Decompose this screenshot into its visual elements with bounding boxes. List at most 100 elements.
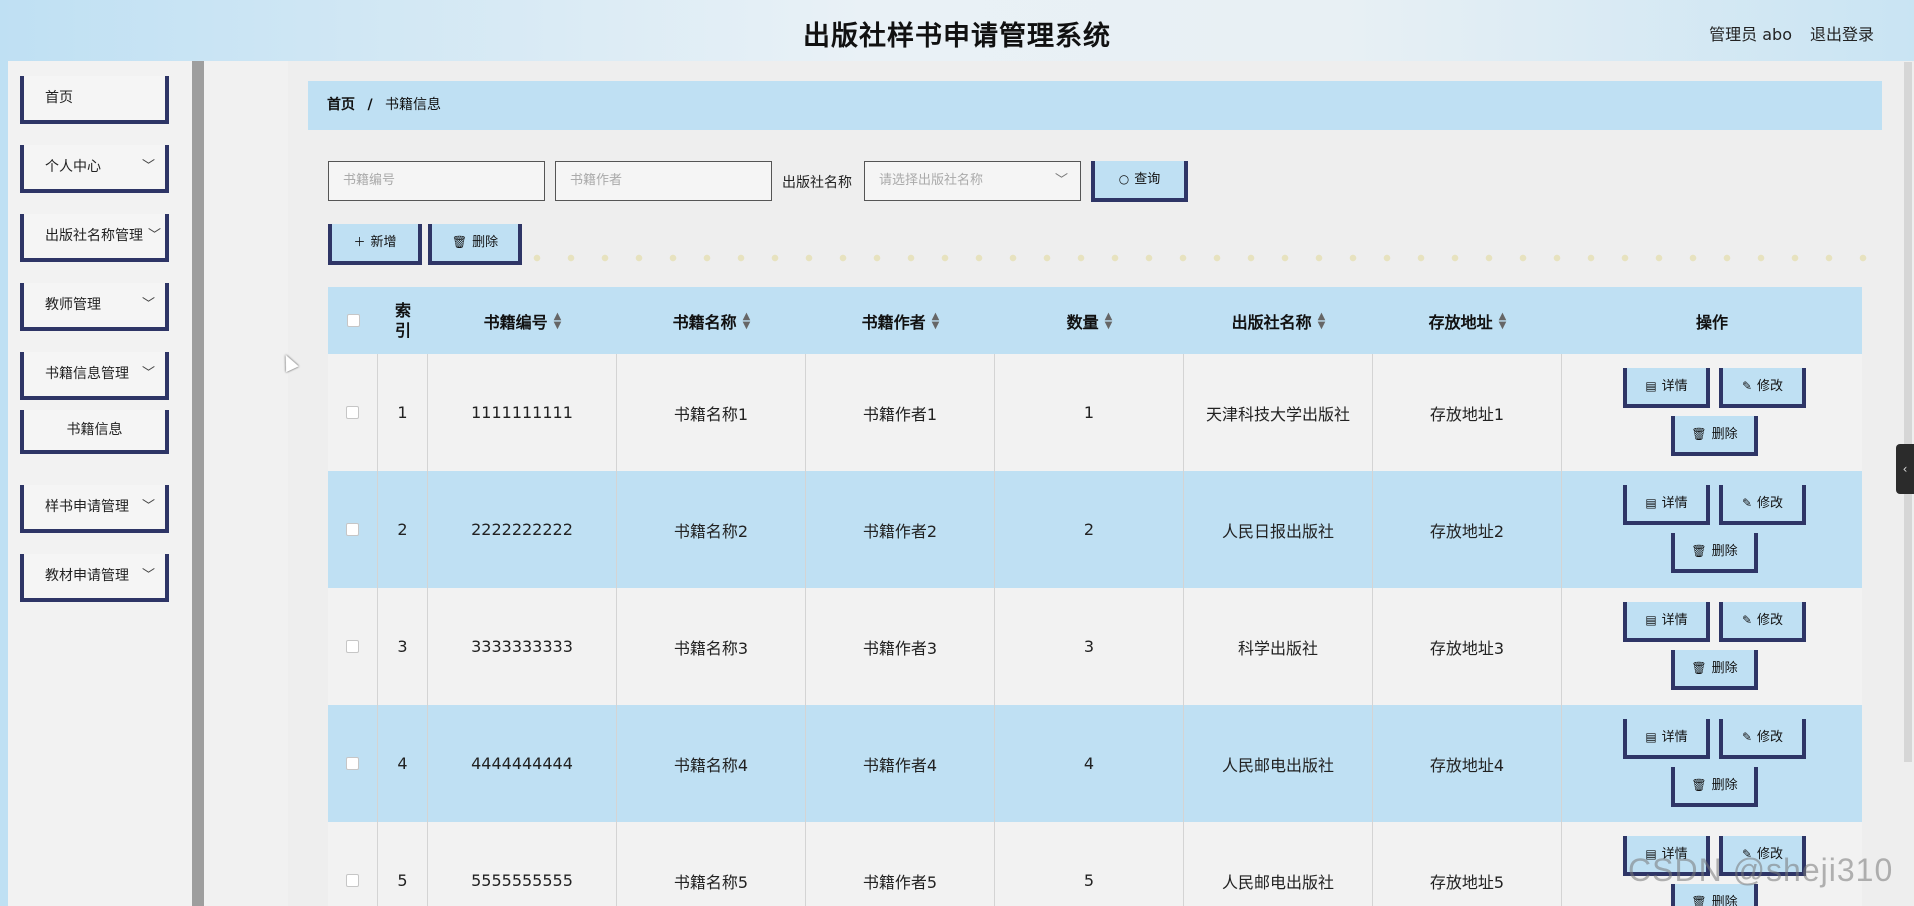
cell-quantity: 4 bbox=[995, 705, 1184, 822]
cell-address-text: 存放地址3 bbox=[1429, 638, 1505, 658]
cell-publisher-text: 人民日报出版社 bbox=[1221, 521, 1334, 541]
cell-book-author: 书籍作者3 bbox=[806, 588, 995, 705]
sidebar-item-teacher-management[interactable]: 教师管理 ﹀ bbox=[20, 283, 169, 331]
row-checkbox-cell[interactable] bbox=[328, 588, 378, 705]
page-scrollbar[interactable] bbox=[1904, 62, 1912, 762]
cell-book-author: 书籍作者4 bbox=[806, 705, 995, 822]
cell-publisher-text: 人民邮电出版社 bbox=[1221, 872, 1334, 892]
watermark: CSDN @sheji310 bbox=[1628, 852, 1894, 888]
row-checkbox-cell[interactable] bbox=[328, 471, 378, 588]
sort-icon[interactable]: ▲ ▼ bbox=[932, 311, 940, 330]
row-checkbox[interactable] bbox=[346, 757, 359, 770]
detail-button[interactable]: ▤ 详情 bbox=[1623, 602, 1710, 642]
table-header: 索引 书籍编号 ▲ ▼ 书籍名称 ▲ ▼ 书籍作者 ▲ ▼ 数量 ▲ ▼ 出版社名称 ▲ ▼ 存放地… bbox=[328, 287, 1862, 354]
pencil-icon: ✎ bbox=[1741, 730, 1753, 744]
detail-button[interactable]: ▤ 详情 bbox=[1623, 719, 1710, 759]
cell-quantity: 1 bbox=[995, 354, 1184, 471]
edit-button-label: 修改 bbox=[1757, 379, 1784, 394]
detail-button[interactable]: ▤ 详情 bbox=[1623, 368, 1710, 408]
header-book-name[interactable]: 书籍名称 ▲ ▼ bbox=[617, 287, 806, 354]
document-icon: ▤ bbox=[1645, 730, 1657, 744]
sidebar-item-publisher-management[interactable]: 出版社名称管理 ﹀ bbox=[20, 214, 169, 262]
row-checkbox-cell[interactable] bbox=[328, 822, 378, 906]
sort-icon[interactable]: ▲ ▼ bbox=[1318, 311, 1326, 330]
header-label: 存放地址 bbox=[1428, 312, 1493, 332]
trash-icon: 🗑 bbox=[451, 235, 468, 249]
header-book-number[interactable]: 书籍编号 ▲ ▼ bbox=[428, 287, 617, 354]
detail-button-label: 详情 bbox=[1661, 379, 1688, 394]
breadcrumb-current: 书籍信息 bbox=[385, 97, 442, 113]
header-index: 索引 bbox=[378, 287, 428, 354]
delete-button[interactable]: 🗑 删除 bbox=[1671, 650, 1758, 690]
query-button[interactable]: ○ 查询 bbox=[1091, 161, 1188, 202]
sidebar-scrollbar[interactable] bbox=[192, 61, 204, 906]
sidebar-item-book-info-management[interactable]: 书籍信息管理 ﹀ bbox=[20, 352, 169, 400]
chevron-down-icon: ﹀ bbox=[147, 228, 161, 243]
app-header: 出版社样书申请管理系统 管理员 abo 退出登录 bbox=[0, 0, 1914, 61]
sidebar-subitem-book-info[interactable]: 书籍信息 bbox=[20, 410, 169, 454]
batch-delete-button[interactable]: 🗑 删除 bbox=[428, 224, 522, 265]
delete-button[interactable]: 🗑 删除 bbox=[1671, 416, 1758, 456]
header-address[interactable]: 存放地址 ▲ ▼ bbox=[1373, 287, 1562, 354]
book-table: 索引 书籍编号 ▲ ▼ 书籍名称 ▲ ▼ 书籍作者 ▲ ▼ 数量 ▲ ▼ 出版社名称 ▲ ▼ 存放地… bbox=[328, 287, 1862, 906]
sort-icon[interactable]: ▲ ▼ bbox=[1499, 311, 1507, 330]
sidebar-item-sample-request-management[interactable]: 样书申请管理 ﹀ bbox=[20, 485, 169, 533]
delete-button-label: 删除 bbox=[1711, 544, 1738, 559]
cell-book-name-text: 书籍名称1 bbox=[673, 404, 749, 424]
header-select-all[interactable] bbox=[328, 287, 378, 354]
cell-book-name-text: 书籍名称3 bbox=[673, 638, 749, 658]
logout-link[interactable]: 退出登录 bbox=[1810, 21, 1874, 45]
cell-book-number-text: 2222222222 bbox=[471, 520, 573, 539]
sort-icon[interactable]: ▲ ▼ bbox=[1105, 311, 1113, 330]
cell-publisher: 科学出版社 bbox=[1184, 588, 1373, 705]
chevron-left-icon[interactable]: ‹ bbox=[1896, 444, 1914, 494]
chevron-down-icon: ﹀ bbox=[141, 297, 155, 312]
edit-button-label: 修改 bbox=[1757, 613, 1784, 628]
book-number-input[interactable]: 书籍编号 bbox=[328, 161, 545, 201]
sidebar-item-personal-center[interactable]: 个人中心 ﹀ bbox=[20, 145, 169, 193]
cell-book-number-text: 3333333333 bbox=[471, 637, 573, 656]
cell-book-name: 书籍名称5 bbox=[617, 822, 806, 906]
header-quantity[interactable]: 数量 ▲ ▼ bbox=[995, 287, 1184, 354]
book-author-input[interactable]: 书籍作者 bbox=[555, 161, 772, 201]
select-all-checkbox[interactable] bbox=[346, 314, 360, 327]
edit-button[interactable]: ✎ 修改 bbox=[1719, 368, 1806, 408]
table-row: 1 1111111111 书籍名称1 书籍作者1 1 天津科技大学出版社 存放地址1 ▤ 详情 ✎… bbox=[328, 354, 1862, 471]
chevron-down-icon: ﹀ bbox=[141, 159, 155, 174]
header-publisher[interactable]: 出版社名称 ▲ ▼ bbox=[1184, 287, 1373, 354]
header-index-char: 引 bbox=[394, 320, 411, 340]
edit-button[interactable]: ✎ 修改 bbox=[1719, 485, 1806, 525]
search-icon: ○ bbox=[1118, 172, 1130, 186]
row-checkbox[interactable] bbox=[346, 523, 359, 536]
publisher-select[interactable]: 请选择出版社名称 ﹀ bbox=[864, 161, 1081, 201]
cell-index-text: 4 bbox=[397, 754, 408, 773]
trash-icon: 🗑 bbox=[1691, 661, 1707, 675]
row-checkbox[interactable] bbox=[346, 640, 359, 653]
sort-icon[interactable]: ▲ ▼ bbox=[554, 311, 562, 330]
sidebar-item-label: 首页 bbox=[45, 90, 73, 106]
row-checkbox-cell[interactable] bbox=[328, 705, 378, 822]
row-checkbox[interactable] bbox=[346, 874, 359, 887]
sidebar-item-textbook-request-management[interactable]: 教材申请管理 ﹀ bbox=[20, 554, 169, 602]
edit-button[interactable]: ✎ 修改 bbox=[1719, 719, 1806, 759]
add-button[interactable]: ＋ 新增 bbox=[328, 224, 422, 265]
sort-icon[interactable]: ▲ ▼ bbox=[743, 311, 751, 330]
breadcrumb-home[interactable]: 首页 bbox=[327, 97, 355, 113]
cell-book-number: 3333333333 bbox=[428, 588, 617, 705]
edit-button[interactable]: ✎ 修改 bbox=[1719, 602, 1806, 642]
detail-button[interactable]: ▤ 详情 bbox=[1623, 485, 1710, 525]
query-button-label: 查询 bbox=[1134, 172, 1161, 187]
breadcrumb: 首页 / 书籍信息 bbox=[308, 81, 1882, 130]
delete-button[interactable]: 🗑 删除 bbox=[1671, 767, 1758, 807]
publisher-label: 出版社名称 bbox=[782, 175, 852, 191]
cell-book-number: 1111111111 bbox=[428, 354, 617, 471]
row-checkbox[interactable] bbox=[346, 406, 359, 419]
trash-icon: 🗑 bbox=[1691, 895, 1707, 906]
delete-button[interactable]: 🗑 删除 bbox=[1671, 533, 1758, 573]
row-checkbox-cell[interactable] bbox=[328, 354, 378, 471]
sidebar-item-home[interactable]: 首页 bbox=[20, 76, 169, 124]
header-index-char: 索 bbox=[394, 300, 411, 320]
header-label: 数量 bbox=[1066, 312, 1099, 332]
header-book-author[interactable]: 书籍作者 ▲ ▼ bbox=[806, 287, 995, 354]
cell-quantity: 3 bbox=[995, 588, 1184, 705]
